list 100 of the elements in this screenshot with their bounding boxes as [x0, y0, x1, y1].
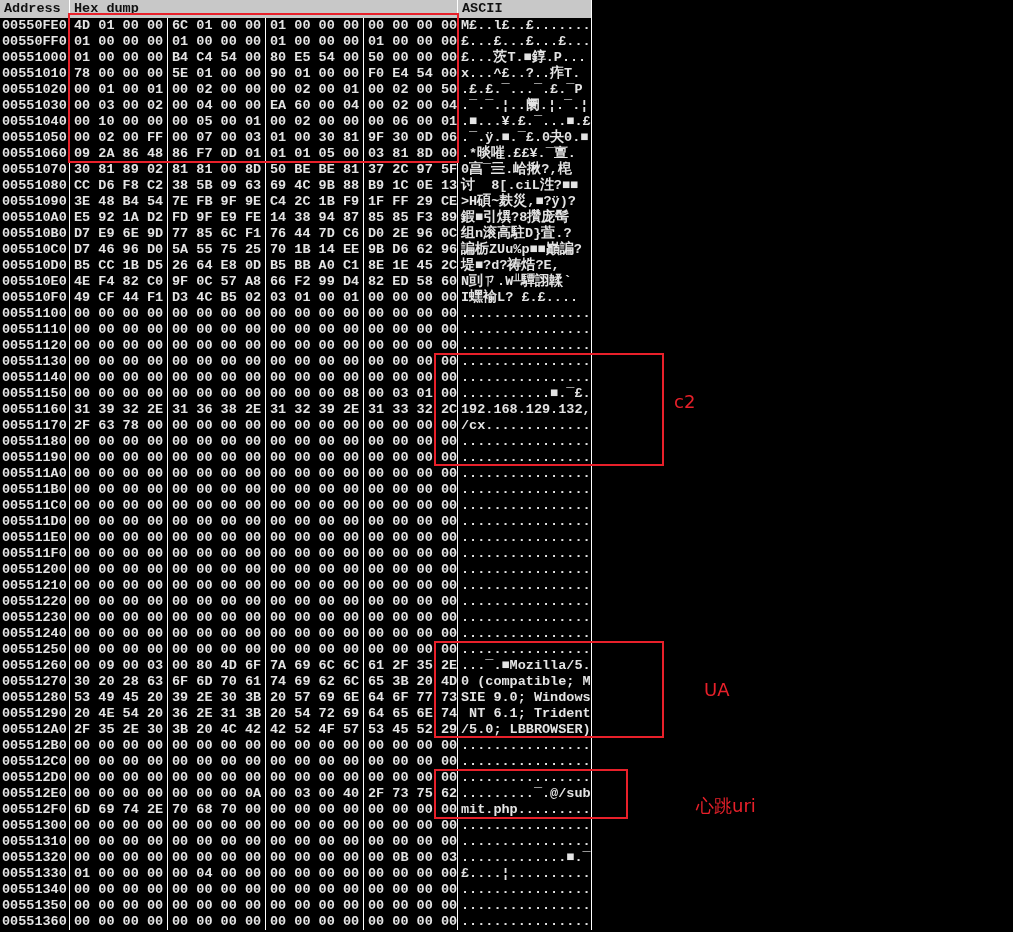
ascii-cell: £...£...£...£...: [458, 34, 592, 50]
hex-cell: 31 32 39 2E: [266, 402, 364, 418]
hex-cell: 00 00 00 00: [266, 738, 364, 754]
hex-cell: D7 E9 6E 9D: [70, 226, 168, 242]
ascii-cell: N刯ㄗ.W╨驔詡韖`: [458, 274, 592, 290]
ascii-cell: 諞栃ZUu%p■■巓諞?: [458, 242, 592, 258]
hex-cell: 50 BE BE 81: [266, 162, 364, 178]
address-cell: 005510C0: [0, 242, 70, 258]
hex-cell: 20 54 72 69: [266, 706, 364, 722]
address-cell: 00550FE0: [0, 18, 70, 34]
hex-cell: 00 00 00 00: [168, 770, 266, 786]
hex-cell: 00 00 00 00: [364, 738, 458, 754]
ascii-cell: ................: [458, 626, 592, 642]
hex-cell: 00 00 00 00: [266, 802, 364, 818]
hex-cell: 00 00 00 00: [168, 594, 266, 610]
hex-cell: 00 00 00 00: [70, 786, 168, 802]
hex-cell: 00 00 00 00: [70, 578, 168, 594]
address-cell: 00551150: [0, 386, 70, 402]
hex-cell: 00 00 00 00: [266, 530, 364, 546]
hex-cell: 00 00 00 00: [364, 466, 458, 482]
hex-cell: 00 00 00 00: [168, 418, 266, 434]
address-cell: 005512C0: [0, 754, 70, 770]
address-cell: 00551250: [0, 642, 70, 658]
hex-cell: 00 00 00 00: [364, 642, 458, 658]
hex-cell: 00 00 00 00: [364, 370, 458, 386]
hex-cell: 00 02 00 00: [168, 82, 266, 98]
hex-cell: 7A 69 6C 6C: [266, 658, 364, 674]
ascii-cell: 0亯¯亖.峆揪?,梍: [458, 162, 592, 178]
hex-cell: 03 01 00 01: [266, 290, 364, 306]
hex-cell: FD 9F E9 FE: [168, 210, 266, 226]
hex-cell: 9F 30 0D 06: [364, 130, 458, 146]
hex-cell: 00 00 00 00: [70, 546, 168, 562]
hex-cell: 50 00 00 00: [364, 50, 458, 66]
address-cell: 00551330: [0, 866, 70, 882]
ascii-cell: ................: [458, 898, 592, 914]
address-cell: 00551280: [0, 690, 70, 706]
address-cell: 005511C0: [0, 498, 70, 514]
address-cell: 00551120: [0, 338, 70, 354]
hex-cell: 8E 1E 45 2C: [364, 258, 458, 274]
hex-cell: 00 00 00 00: [364, 866, 458, 882]
hex-cell: EA 60 00 04: [266, 98, 364, 114]
hex-cell: 00 0B 00 03: [364, 850, 458, 866]
hex-cell: 00 03 00 40: [266, 786, 364, 802]
hex-cell: 00 00 00 00: [364, 882, 458, 898]
hex-cell: 00 00 00 00: [364, 626, 458, 642]
column-header[interactable]: Hex dump: [70, 0, 458, 18]
address-cell: 00551190: [0, 450, 70, 466]
hex-cell: 00 00 00 00: [168, 450, 266, 466]
hex-cell: 00 00 00 00: [168, 482, 266, 498]
hex-cell: 37 2C 97 5F: [364, 162, 458, 178]
ascii-cell: .............■.¯: [458, 850, 592, 866]
address-cell: 00551260: [0, 658, 70, 674]
hex-cell: 2F 35 2E 30: [70, 722, 168, 738]
ascii-cell: ................: [458, 738, 592, 754]
hex-cell: 00 00 00 00: [364, 610, 458, 626]
hex-cell: D7 46 96 D0: [70, 242, 168, 258]
hex-cell: 61 2F 35 2E: [364, 658, 458, 674]
address-cell: 00551030: [0, 98, 70, 114]
hex-cell: 30 81 89 02: [70, 162, 168, 178]
column-header[interactable]: Address: [0, 0, 70, 18]
hex-cell: 00 02 00 04: [364, 98, 458, 114]
hex-cell: 00 00 00 00: [70, 850, 168, 866]
address-cell: 00551200: [0, 562, 70, 578]
hex-cell: 00 00 00 00: [70, 914, 168, 930]
ascii-cell: .■...¥.£.¯...■.£: [458, 114, 592, 130]
hex-cell: 00 00 00 00: [168, 898, 266, 914]
hex-cell: 00 00 00 00: [168, 850, 266, 866]
hex-cell: 00 00 00 00: [70, 898, 168, 914]
hex-cell: 00 00 00 08: [266, 386, 364, 402]
ascii-cell: ................: [458, 530, 592, 546]
ascii-cell: £...茨T.■錞.P...: [458, 50, 592, 66]
hex-cell: 78 00 00 00: [70, 66, 168, 82]
hex-cell: 7E FB 9F 9E: [168, 194, 266, 210]
hex-cell: 00 00 00 00: [168, 642, 266, 658]
hex-cell: 00 00 00 00: [70, 514, 168, 530]
hex-cell: 03 81 8D 00: [364, 146, 458, 162]
annotation-label: UA: [704, 679, 730, 701]
hex-cell: 00 00 00 00: [266, 882, 364, 898]
hex-cell: 00 00 00 00: [266, 418, 364, 434]
hex-cell: 53 49 45 20: [70, 690, 168, 706]
hex-cell: 00 00 00 00: [70, 834, 168, 850]
column-header[interactable]: ASCII: [458, 0, 592, 18]
hex-cell: 00 00 00 00: [70, 770, 168, 786]
hex-cell: 00 00 00 00: [364, 594, 458, 610]
hex-cell: 42 52 4F 57: [266, 722, 364, 738]
hex-cell: 00 00 00 00: [364, 322, 458, 338]
hex-cell: 00 00 00 0A: [168, 786, 266, 802]
hex-cell: 00 00 00 00: [266, 466, 364, 482]
address-cell: 005511F0: [0, 546, 70, 562]
hex-cell: 69 4C 9B 88: [266, 178, 364, 194]
address-cell: 00551270: [0, 674, 70, 690]
hex-cell: 00 00 00 00: [70, 610, 168, 626]
hex-cell: 00 00 00 00: [266, 866, 364, 882]
address-cell: 00551160: [0, 402, 70, 418]
hex-cell: 00 00 00 00: [168, 306, 266, 322]
hex-cell: 39 2E 30 3B: [168, 690, 266, 706]
ascii-cell: .*晱嗺.££¥.¯亶.: [458, 146, 592, 162]
hex-cell: 00 04 00 00: [168, 866, 266, 882]
address-cell: 005511E0: [0, 530, 70, 546]
address-cell: 00550FF0: [0, 34, 70, 50]
